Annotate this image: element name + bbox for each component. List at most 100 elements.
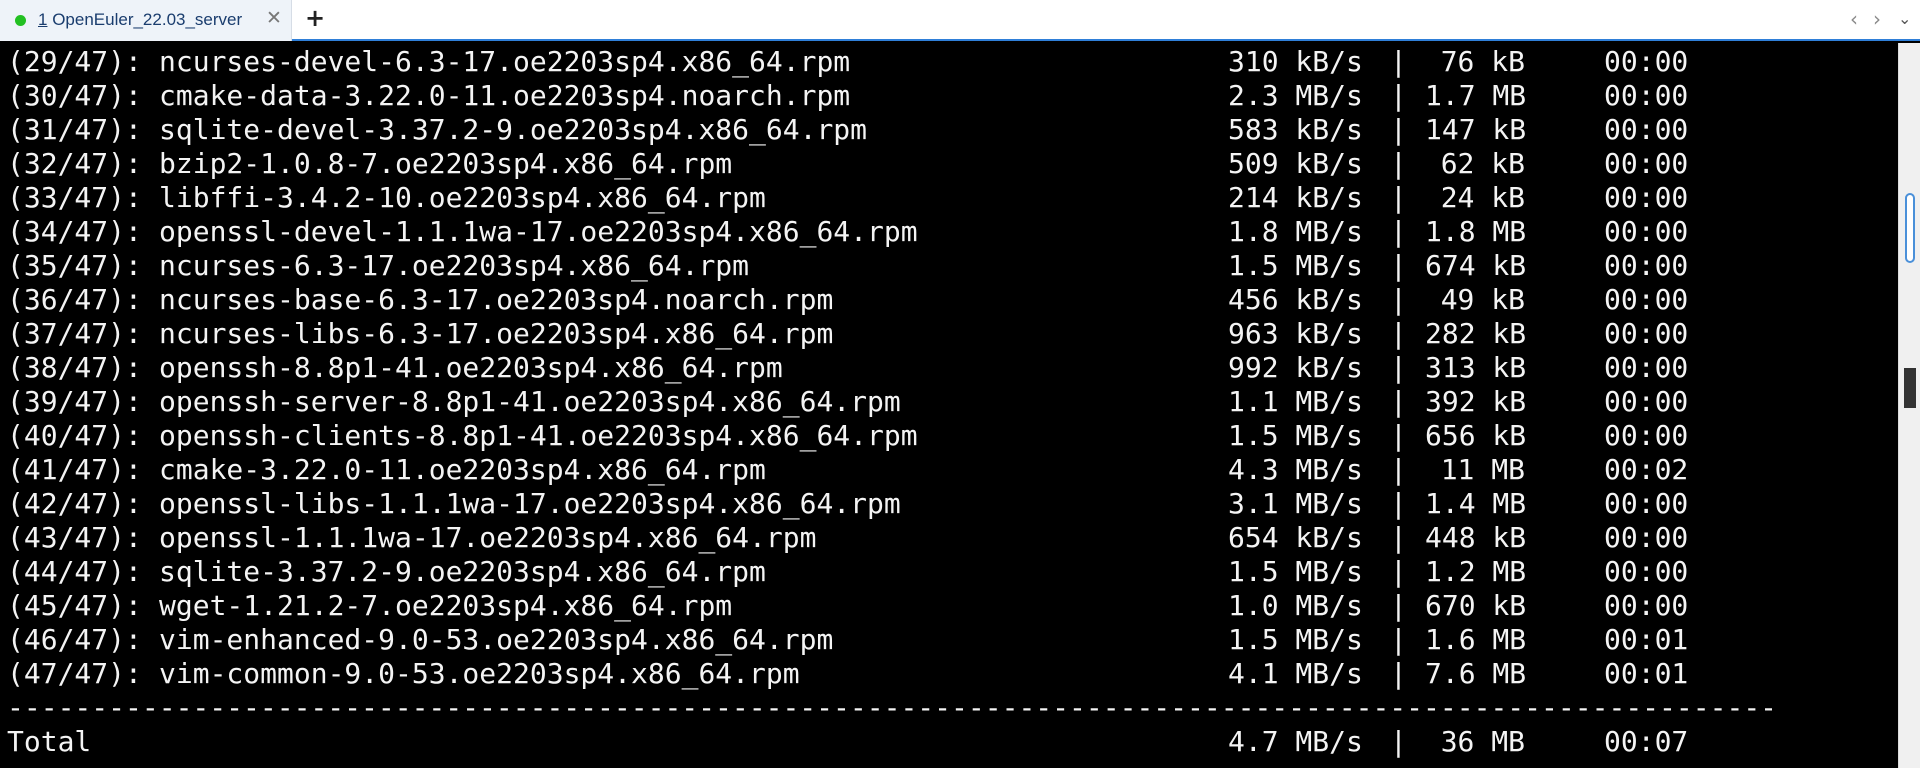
package-name: openssl-devel-1.1.1wa-17.oe2203sp4.x86_6… [159, 215, 918, 248]
column-separator: | [1390, 385, 1407, 418]
column-separator: | [1390, 589, 1407, 622]
row-index: (35/47): [7, 249, 142, 282]
download-size: 62 kB [1440, 147, 1525, 180]
download-size: 392 kB [1425, 385, 1527, 418]
tab-session[interactable]: 1 OpenEuler_22.03_server ✕ [0, 0, 292, 41]
package-name: cmake-3.22.0-11.oe2203sp4.x86_64.rpm [159, 453, 766, 486]
package-name: openssh-8.8p1-41.oe2203sp4.x86_64.rpm [159, 351, 783, 384]
row-index: (33/47): [7, 181, 142, 214]
column-separator: | [1390, 725, 1407, 758]
chevron-down-icon[interactable]: ⌄ [1898, 9, 1911, 28]
download-size: 1.2 MB [1425, 555, 1527, 588]
package-name: ncurses-base-6.3-17.oe2203sp4.noarch.rpm [159, 283, 834, 316]
column-separator: | [1390, 249, 1407, 282]
column-separator: | [1390, 113, 1407, 146]
row-index: (31/47): [7, 113, 142, 146]
column-separator: | [1390, 419, 1407, 452]
row-index: (38/47): [7, 351, 142, 384]
download-time: 00:00 [1604, 419, 1689, 452]
download-rate: 1.5 MB/s [1228, 419, 1363, 452]
column-separator: | [1390, 657, 1407, 690]
download-time: 00:00 [1604, 555, 1689, 588]
chevron-left-icon[interactable]: ‹ [1850, 7, 1858, 31]
tab-bar: 1 OpenEuler_22.03_server ✕ + ‹ › ⌄ [0, 0, 1920, 41]
download-rate: 1.8 MB/s [1228, 215, 1363, 248]
total-size: 36 MB [1440, 725, 1525, 758]
tab-title: OpenEuler_22.03_server [52, 10, 243, 29]
download-rate: 4.3 MB/s [1228, 453, 1363, 486]
package-name: vim-common-9.0-53.oe2203sp4.x86_64.rpm [159, 657, 800, 690]
download-time: 00:00 [1604, 283, 1689, 316]
scroll-thumb[interactable] [1905, 193, 1915, 263]
download-rate: 992 kB/s [1228, 351, 1363, 384]
row-index: (42/47): [7, 487, 142, 520]
row-index: (29/47): [7, 45, 142, 78]
column-separator: | [1390, 283, 1407, 316]
download-size: 313 kB [1425, 351, 1527, 384]
download-rate: 3.1 MB/s [1228, 487, 1363, 520]
download-rate: 1.5 MB/s [1228, 249, 1363, 282]
download-rate: 310 kB/s [1228, 45, 1363, 78]
download-size: 656 kB [1425, 419, 1527, 452]
download-rate: 583 kB/s [1228, 113, 1363, 146]
download-time: 00:01 [1604, 623, 1689, 656]
tab-number: 1 [38, 10, 48, 29]
download-size: 1.8 MB [1425, 215, 1527, 248]
package-name: cmake-data-3.22.0-11.oe2203sp4.noarch.rp… [159, 79, 851, 112]
column-separator: | [1390, 215, 1407, 248]
download-rate: 214 kB/s [1228, 181, 1363, 214]
download-rate: 1.5 MB/s [1228, 623, 1363, 656]
download-time: 00:00 [1604, 249, 1689, 282]
download-size: 11 MB [1440, 453, 1525, 486]
package-name: ncurses-6.3-17.oe2203sp4.x86_64.rpm [159, 249, 750, 282]
download-time: 00:00 [1604, 45, 1689, 78]
download-size: 1.7 MB [1425, 79, 1527, 112]
package-name: sqlite-3.37.2-9.oe2203sp4.x86_64.rpm [159, 555, 766, 588]
download-time: 00:00 [1604, 487, 1689, 520]
download-rate: 2.3 MB/s [1228, 79, 1363, 112]
download-rate: 1.0 MB/s [1228, 589, 1363, 622]
package-name: sqlite-devel-3.37.2-9.oe2203sp4.x86_64.r… [159, 113, 868, 146]
download-size: 282 kB [1425, 317, 1527, 350]
download-time: 00:00 [1604, 113, 1689, 146]
column-separator: | [1390, 79, 1407, 112]
download-time: 00:00 [1604, 181, 1689, 214]
row-index: (43/47): [7, 521, 142, 554]
row-index: (47/47): [7, 657, 142, 690]
column-separator: | [1390, 317, 1407, 350]
column-separator: | [1390, 45, 1407, 78]
row-index: (39/47): [7, 385, 142, 418]
download-size: 76 kB [1440, 45, 1525, 78]
plus-icon[interactable]: + [305, 4, 325, 32]
download-rate: 509 kB/s [1228, 147, 1363, 180]
download-rate: 963 kB/s [1228, 317, 1363, 350]
column-separator: | [1390, 351, 1407, 384]
download-size: 49 kB [1440, 283, 1525, 316]
chevron-right-icon[interactable]: › [1873, 7, 1881, 31]
package-name: openssl-1.1.1wa-17.oe2203sp4.x86_64.rpm [159, 521, 817, 554]
package-name: openssh-clients-8.8p1-41.oe2203sp4.x86_6… [159, 419, 918, 452]
download-size: 147 kB [1425, 113, 1527, 146]
vertical-scrollbar[interactable] [1898, 43, 1920, 768]
package-name: bzip2-1.0.8-7.oe2203sp4.x86_64.rpm [159, 147, 733, 180]
download-time: 00:00 [1604, 317, 1689, 350]
row-index: (45/47): [7, 589, 142, 622]
download-time: 00:00 [1604, 79, 1689, 112]
row-index: (36/47): [7, 283, 142, 316]
terminal-output[interactable]: (29/47): ncurses-devel-6.3-17.oe2203sp4.x… [0, 43, 1898, 768]
download-time: 00:00 [1604, 521, 1689, 554]
package-name: openssh-server-8.8p1-41.oe2203sp4.x86_64… [159, 385, 901, 418]
download-time: 00:02 [1604, 453, 1689, 486]
download-time: 00:01 [1604, 657, 1689, 690]
column-separator: | [1390, 555, 1407, 588]
package-name: ncurses-libs-6.3-17.oe2203sp4.x86_64.rpm [159, 317, 834, 350]
download-time: 00:00 [1604, 147, 1689, 180]
download-time: 00:00 [1604, 351, 1689, 384]
total-label: Total [7, 725, 92, 758]
download-size: 448 kB [1425, 521, 1527, 554]
row-index: (41/47): [7, 453, 142, 486]
row-index: (32/47): [7, 147, 142, 180]
scroll-position-marker [1904, 368, 1916, 408]
close-icon[interactable]: ✕ [266, 7, 282, 29]
column-separator: | [1390, 181, 1407, 214]
